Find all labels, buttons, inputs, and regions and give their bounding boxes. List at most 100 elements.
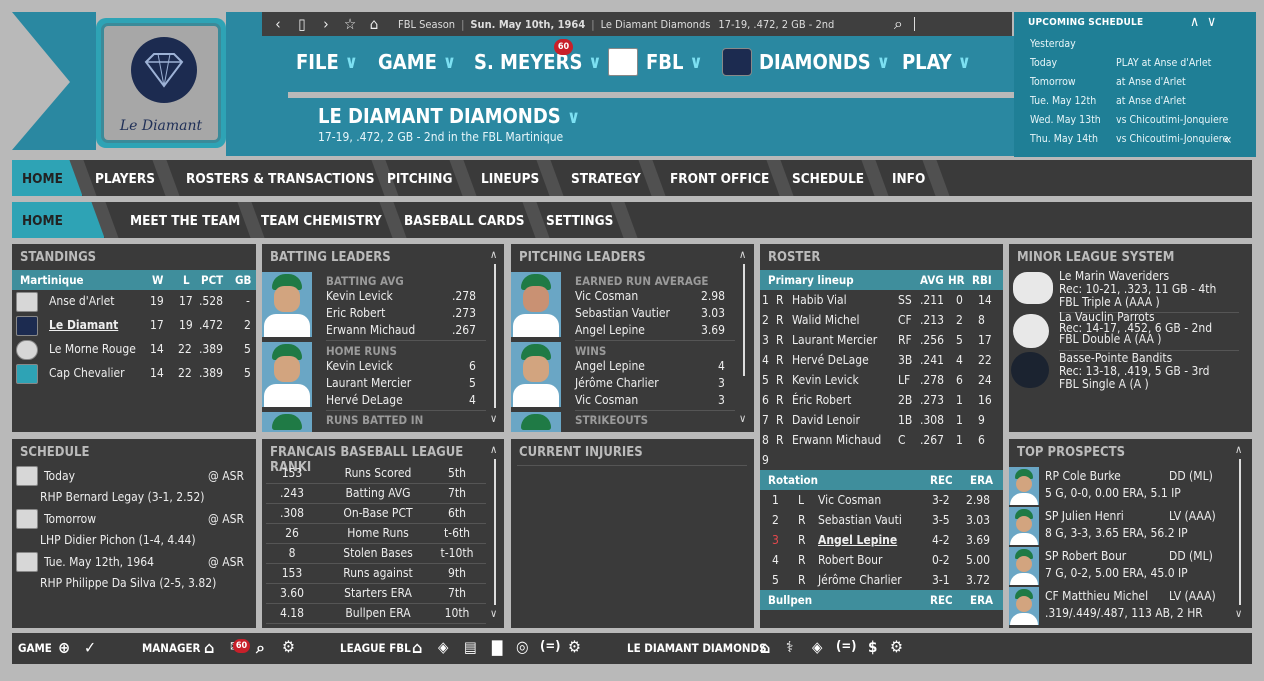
player-photo[interactable] — [511, 272, 561, 337]
player-photo[interactable] — [262, 342, 312, 407]
prospect-name[interactable]: SP Robert Bour — [1045, 549, 1126, 563]
lineup-row[interactable]: 9 — [760, 452, 1003, 472]
checkmark-icon[interactable]: ✓ — [84, 638, 96, 657]
tab-settings[interactable]: SETTINGS — [536, 202, 623, 238]
home-icon[interactable]: ⌂ — [760, 638, 770, 657]
forward-arrow-icon[interactable]: › — [314, 15, 338, 33]
rotation-row[interactable]: 3 R Angel Lepine 4-2 3.69 — [760, 532, 1003, 552]
lineup-row[interactable]: 1 R Habib Vial SS .211 0 14 — [760, 292, 1003, 312]
leader-name[interactable]: Sebastian Vautier — [575, 306, 670, 320]
tab-strategy[interactable]: STRATEGY — [561, 160, 651, 196]
gear-icon[interactable]: ⚙ — [282, 637, 295, 656]
up-arrow-icon[interactable]: ∧ — [1190, 14, 1199, 30]
rotation-row[interactable]: 4 R Robert Bour 0-2 5.00 — [760, 552, 1003, 572]
ranking-row[interactable]: 26 Home Runs t-6th — [266, 524, 486, 544]
prospect-name[interactable]: CF Matthieu Michel — [1045, 589, 1148, 603]
team-title[interactable]: LE DIAMANT DIAMONDS ∨ — [318, 104, 580, 128]
tab-front-office[interactable]: FRONT OFFICE — [660, 160, 779, 196]
minor-team[interactable]: La Vauclin Parrots Rec: 14-17, .452, 6 G… — [1059, 311, 1212, 345]
home-icon[interactable]: ⌂ — [412, 638, 422, 657]
rotation-row[interactable]: 2 R Sebastian Vauti 3-5 3.03 — [760, 512, 1003, 532]
leader-name[interactable]: Laurant Mercier — [326, 376, 411, 390]
tab-pitching[interactable]: PITCHING — [377, 160, 462, 196]
rotation-row[interactable]: 5 R Jérôme Charlier 3-1 3.72 — [760, 572, 1003, 592]
medical-icon[interactable]: ⚕ — [786, 638, 793, 656]
schedule-opponent[interactable]: @ ASR — [208, 555, 244, 569]
home-icon[interactable]: ⌂ — [204, 638, 214, 657]
home-icon[interactable]: ⌂ — [362, 15, 386, 33]
probable-pitcher[interactable]: RHP Philippe Da Silva (2-5, 3.82) — [40, 576, 216, 590]
gear-icon[interactable]: ⚙ — [568, 637, 581, 656]
leader-name[interactable]: Kevin Levick — [326, 289, 393, 303]
window-icon[interactable]: ▯ — [290, 15, 314, 33]
transactions-icon[interactable]: (=) — [540, 639, 561, 654]
tab-team-chemistry[interactable]: TEAM CHEMISTRY — [251, 202, 392, 238]
ranking-row[interactable]: .308 On-Base PCT 6th — [266, 504, 486, 524]
leader-name[interactable]: Vic Cosman — [575, 289, 638, 303]
probable-pitcher[interactable]: LHP Didier Pichon (1-4, 4.44) — [40, 533, 196, 547]
lineup-row[interactable]: 4 R Hervé DeLage 3B .241 4 22 — [760, 352, 1003, 372]
minor-team[interactable]: Le Marin Waveriders Rec: 10-21, .323, 11… — [1059, 270, 1216, 309]
player-photo[interactable] — [511, 412, 561, 432]
lineup-row[interactable]: 3 R Laurant Mercier RF .256 5 17 — [760, 332, 1003, 352]
stats-chart-icon[interactable]: ▇ — [492, 638, 502, 656]
star-icon[interactable]: ☆ — [338, 15, 362, 33]
ranking-row[interactable]: .243 Batting AVG 7th — [266, 484, 486, 504]
team-logo[interactable]: Le Diamant — [96, 18, 226, 148]
finances-icon[interactable]: $ — [868, 638, 877, 656]
ranking-row[interactable]: 153 Runs Scored 5th — [266, 464, 486, 484]
tab-rosters[interactable]: ROSTERS & TRANSACTIONS — [176, 160, 384, 196]
tab-baseball-cards[interactable]: BASEBALL CARDS — [394, 202, 535, 238]
standings-row[interactable]: Le Morne Rouge 14 22 .389 5 — [12, 340, 256, 364]
leader-name[interactable]: Vic Cosman — [575, 393, 638, 407]
menu-play[interactable]: PLAY ∨ — [902, 50, 971, 74]
player-photo[interactable] — [262, 412, 312, 432]
leader-name[interactable]: Jérôme Charlier — [575, 376, 659, 390]
lineup-row[interactable]: 6 R Éric Robert 2B .273 1 16 — [760, 392, 1003, 412]
down-arrow-icon[interactable]: ∨ — [1207, 14, 1216, 30]
standings-row[interactable]: Anse d'Arlet 19 17 .528 - — [12, 292, 256, 316]
prospect-name[interactable]: SP Julien Henri — [1045, 509, 1124, 523]
ranking-row[interactable]: 8 Stolen Bases t-10th — [266, 544, 486, 564]
probable-pitcher[interactable]: RHP Bernard Legay (3-1, 2.52) — [40, 490, 204, 504]
gear-icon[interactable]: ⚙ — [890, 637, 903, 656]
player-photo[interactable] — [262, 272, 312, 337]
scrollbar[interactable] — [494, 264, 496, 408]
tab-info[interactable]: INFO — [882, 160, 935, 196]
prospect-photo[interactable] — [1009, 587, 1039, 625]
rotation-row[interactable]: 1 L Vic Cosman 3-2 2.98 — [760, 492, 1003, 512]
scrollbar[interactable] — [1239, 459, 1241, 605]
search-icon[interactable]: ⌕ — [886, 14, 910, 34]
prospect-photo[interactable] — [1009, 547, 1039, 585]
standings-row[interactable]: Le Diamant 17 19 .472 2 — [12, 316, 256, 340]
leader-name[interactable]: Erwann Michaud — [326, 323, 415, 337]
search-icon[interactable]: ⌕ — [256, 638, 265, 658]
back-arrow-icon[interactable]: ‹ — [266, 15, 290, 33]
globe-icon[interactable]: ⊕ — [58, 638, 70, 657]
tab-lineups[interactable]: LINEUPS — [471, 160, 549, 196]
leader-name[interactable]: Kevin Levick — [326, 359, 393, 373]
lineup-row[interactable]: 8 R Erwann Michaud C .267 1 6 — [760, 432, 1003, 452]
upcoming-row[interactable]: Today PLAY at Anse d'Arlet — [1030, 57, 1211, 69]
search-input[interactable] — [914, 17, 916, 31]
prospect-photo[interactable] — [1009, 467, 1039, 505]
standings-row[interactable]: Cap Chevalier 14 22 .389 5 — [12, 364, 256, 388]
menu-game[interactable]: GAME ∨ — [378, 50, 456, 74]
leader-name[interactable]: Eric Robert — [326, 306, 385, 320]
collapse-icon[interactable]: « — [1224, 132, 1232, 148]
scroll-up-icon[interactable]: ∧ — [1235, 443, 1242, 456]
diamond-icon[interactable]: ◈ — [438, 638, 448, 656]
lineup-row[interactable]: 7 R David Lenoir 1B .308 1 9 — [760, 412, 1003, 432]
scroll-down-icon[interactable]: ∨ — [490, 607, 497, 620]
lineup-row[interactable]: 2 R Walid Michel CF .213 2 8 — [760, 312, 1003, 332]
transactions-icon[interactable]: (=) — [836, 639, 857, 654]
lineup-row[interactable]: 5 R Kevin Levick LF .278 6 24 — [760, 372, 1003, 392]
scrollbar[interactable] — [494, 459, 496, 605]
schedule-opponent[interactable]: @ ASR — [208, 469, 244, 483]
menu-file[interactable]: FILE ∨ — [296, 50, 358, 74]
scroll-up-icon[interactable]: ∧ — [490, 443, 497, 456]
tab-home-page[interactable]: HOME PAGE — [12, 202, 104, 267]
tab-home[interactable]: HOME — [12, 160, 82, 196]
scroll-down-icon[interactable]: ∨ — [490, 412, 497, 425]
leader-name[interactable]: Hervé DeLage — [326, 393, 403, 407]
